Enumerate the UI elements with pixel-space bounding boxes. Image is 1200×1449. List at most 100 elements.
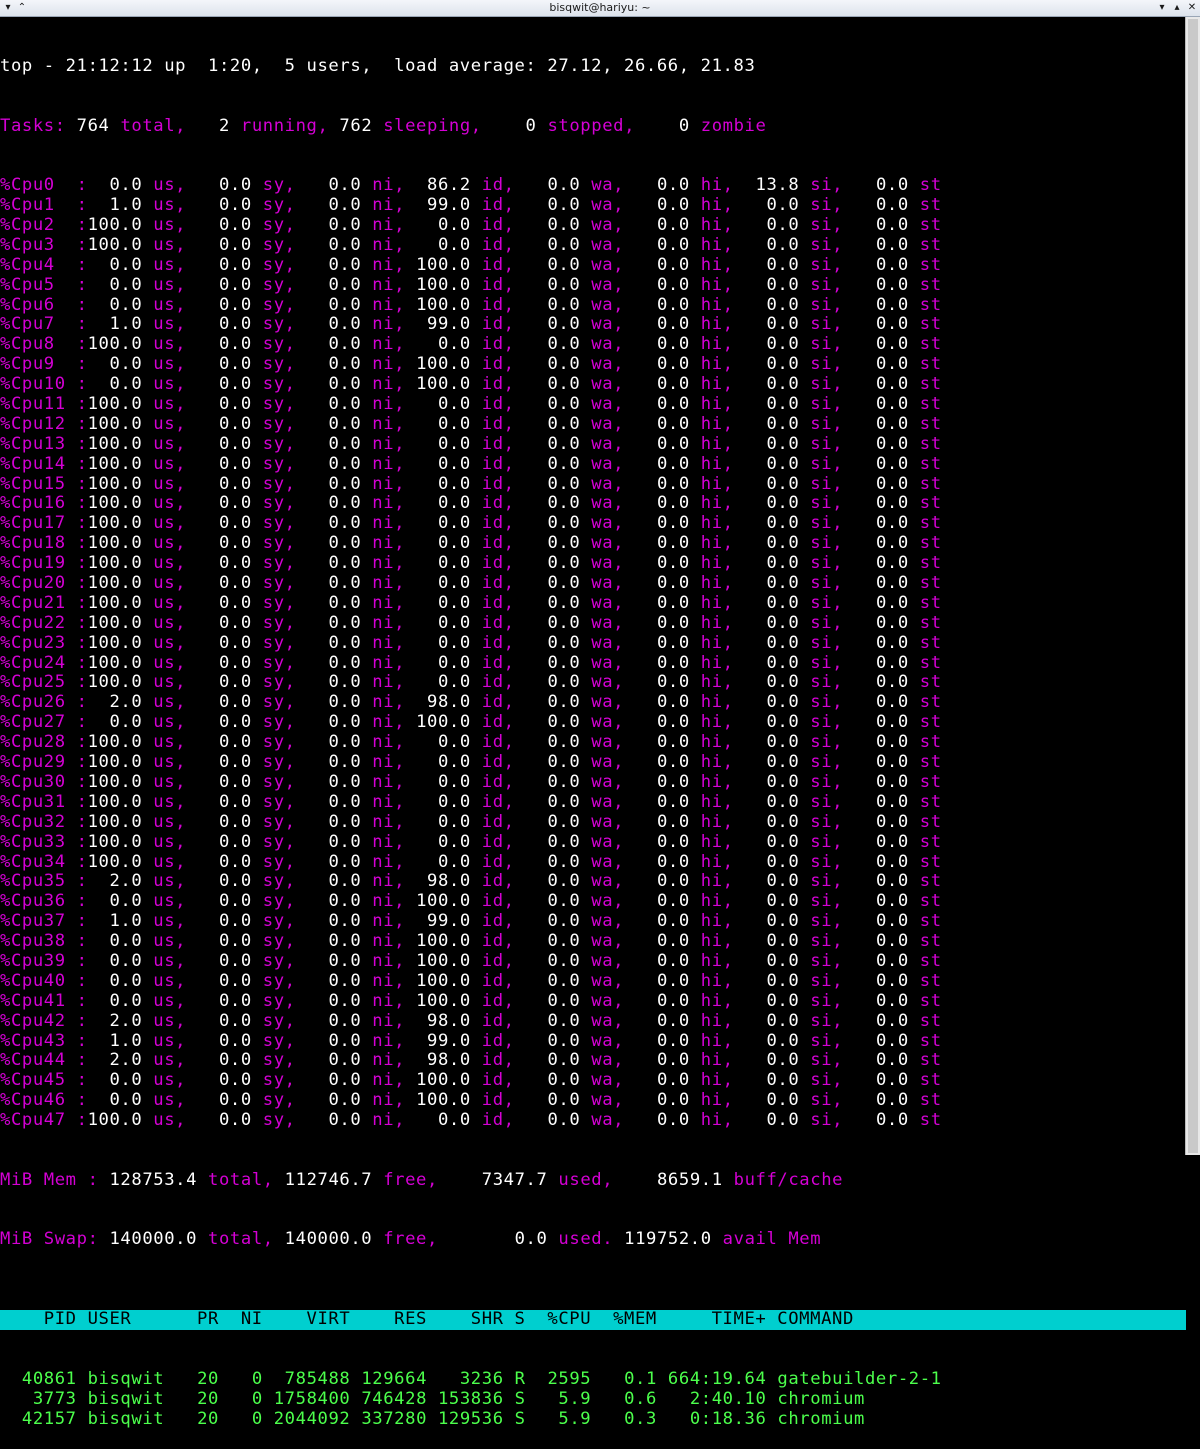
cpu-label: %Cpu43 : [0, 1030, 88, 1051]
cpu-id-unit: id, [470, 215, 526, 235]
cpu-us-unit: us, [142, 1050, 198, 1071]
window-titlebar[interactable]: ▾ ⌃ bisqwit@hariyu: ~ ▾ ▴ ✕ [0, 0, 1200, 17]
cpu-wa-value: 0.0 [525, 195, 581, 216]
cpu-wa-value: 0.0 [525, 493, 581, 514]
cpu-si-unit: si, [799, 314, 855, 335]
cpu-wa-unit: wa, [580, 553, 636, 574]
cpu-st-value: 0.0 [854, 553, 909, 574]
cpu-hi-unit: hi, [689, 652, 745, 673]
cpu-st-unit: st [908, 1090, 942, 1111]
cpu-id-value: 100.0 [416, 970, 471, 991]
cpu-wa-unit: wa, [580, 1090, 636, 1111]
process-pid: 40861 [0, 1368, 77, 1389]
cpu-st-value: 0.0 [854, 811, 909, 832]
cpu-id-unit: id, [470, 1030, 526, 1051]
cpu-wa-unit: wa, [580, 354, 636, 375]
cpu-ni-unit: ni, [361, 1090, 417, 1111]
process-row[interactable]: 42157 bisqwit 20 0 2044092 337280 129536… [0, 1408, 1186, 1430]
cpu-st-unit: st [908, 274, 942, 295]
cpu-hi-unit: hi, [689, 1090, 745, 1111]
cpu-ni-unit: ni, [361, 453, 417, 474]
cpu-ni-value: 0.0 [306, 652, 362, 673]
process-row[interactable]: 40861 bisqwit 20 0 785488 129664 3236 R … [0, 1368, 1186, 1390]
cpu-hi-value: 0.0 [635, 851, 690, 872]
process-time: 664:19.64 [667, 1368, 767, 1389]
cpu-row: %Cpu17 :100.0 us, 0.0 sy, 0.0 ni, 0.0 id… [0, 513, 1186, 534]
cpu-row: %Cpu28 :100.0 us, 0.0 sy, 0.0 ni, 0.0 id… [0, 732, 1186, 753]
cpu-hi-unit: hi, [689, 632, 745, 653]
cpu-hi-value: 0.0 [635, 533, 690, 554]
cpu-wa-value: 0.0 [525, 791, 581, 812]
window-title: bisqwit@hariyu: ~ [549, 1, 651, 14]
cpu-st-value: 0.0 [854, 453, 909, 474]
cpu-sy-unit: sy, [251, 970, 307, 991]
cpu-label: %Cpu46 : [0, 1090, 88, 1111]
cpu-us-unit: us, [142, 215, 198, 235]
process-s: S [514, 1408, 526, 1429]
cpu-st-unit: st [908, 771, 942, 792]
cpu-label: %Cpu21 : [0, 592, 88, 613]
cpu-us-value: 100.0 [87, 652, 143, 673]
cpu-wa-unit: wa, [580, 573, 636, 594]
cpu-id-unit: id, [470, 374, 526, 395]
cpu-us-value: 100.0 [87, 632, 143, 653]
cpu-wa-unit: wa, [580, 632, 636, 653]
cpu-ni-unit: ni, [361, 970, 417, 991]
cpu-id-value: 0.0 [416, 215, 471, 235]
cpu-id-value: 0.0 [416, 553, 471, 574]
cpu-id-unit: id, [470, 175, 526, 196]
cpu-id-value: 0.0 [416, 791, 471, 812]
cpu-sy-value: 0.0 [197, 533, 252, 554]
cpu-hi-unit: hi, [689, 433, 745, 454]
cpu-ni-value: 0.0 [306, 215, 362, 235]
cpu-st-value: 0.0 [854, 771, 909, 792]
cpu-si-unit: si, [799, 990, 855, 1011]
cpu-hi-unit: hi, [689, 612, 745, 633]
process-row[interactable]: 3773 bisqwit 20 0 1758400 746428 153836 … [0, 1389, 1186, 1410]
terminal-output[interactable]: top - 21:12:12 up 1:20, 5 users, load av… [0, 17, 1186, 1429]
minimize-icon[interactable]: ▾ [1157, 0, 1167, 16]
cpu-us-value: 0.0 [87, 294, 143, 315]
mem-free-label: free, [383, 1169, 438, 1190]
cpu-st-unit: st [908, 234, 942, 255]
cpu-row: %Cpu3 :100.0 us, 0.0 sy, 0.0 ni, 0.0 id,… [0, 234, 1186, 256]
process-mem: 0.3 [602, 1408, 657, 1429]
cpu-hi-value: 0.0 [635, 652, 690, 673]
cpu-st-value: 0.0 [854, 950, 909, 971]
cpu-ni-value: 0.0 [306, 195, 362, 216]
cpu-sy-unit: sy, [251, 453, 307, 474]
cpu-st-unit: st [908, 1050, 942, 1071]
cpu-us-unit: us, [142, 652, 198, 673]
cpu-st-unit: st [908, 911, 942, 932]
cpu-st-unit: st [908, 334, 942, 355]
cpu-sy-value: 0.0 [197, 752, 252, 773]
cpu-wa-value: 0.0 [525, 592, 581, 613]
cpu-si-value: 0.0 [744, 1070, 800, 1091]
cpu-si-unit: si, [799, 1030, 855, 1051]
maximize-icon[interactable]: ▴ [1172, 0, 1182, 16]
cpu-us-value: 100.0 [87, 791, 143, 812]
cpu-row: %Cpu42 : 2.0 us, 0.0 sy, 0.0 ni, 98.0 id… [0, 1011, 1186, 1032]
cpu-si-unit: si, [799, 453, 855, 474]
cpu-sy-value: 0.0 [197, 672, 252, 693]
cpu-si-unit: si, [799, 413, 855, 434]
cpu-wa-value: 0.0 [525, 274, 581, 295]
cpu-wa-unit: wa, [580, 950, 636, 971]
cpu-st-value: 0.0 [854, 195, 909, 216]
cpu-us-unit: us, [142, 1030, 198, 1051]
cpu-wa-value: 0.0 [525, 672, 581, 693]
cpu-si-unit: si, [799, 970, 855, 991]
terminal-scrollbar[interactable] [1185, 17, 1200, 1155]
cpu-hi-unit: hi, [689, 513, 745, 534]
cpu-st-unit: st [908, 632, 942, 653]
cpu-hi-unit: hi, [689, 831, 745, 852]
cpu-ni-value: 0.0 [306, 931, 362, 952]
cpu-ni-unit: ni, [361, 990, 417, 1011]
cpu-hi-value: 0.0 [635, 911, 690, 932]
scrollbar-thumb[interactable] [1188, 19, 1198, 1153]
cpu-label: %Cpu8 : [0, 334, 88, 355]
close-icon[interactable]: ✕ [1187, 0, 1197, 16]
cpu-hi-value: 0.0 [635, 811, 690, 832]
cpu-wa-value: 0.0 [525, 215, 581, 235]
cpu-st-unit: st [908, 314, 942, 335]
